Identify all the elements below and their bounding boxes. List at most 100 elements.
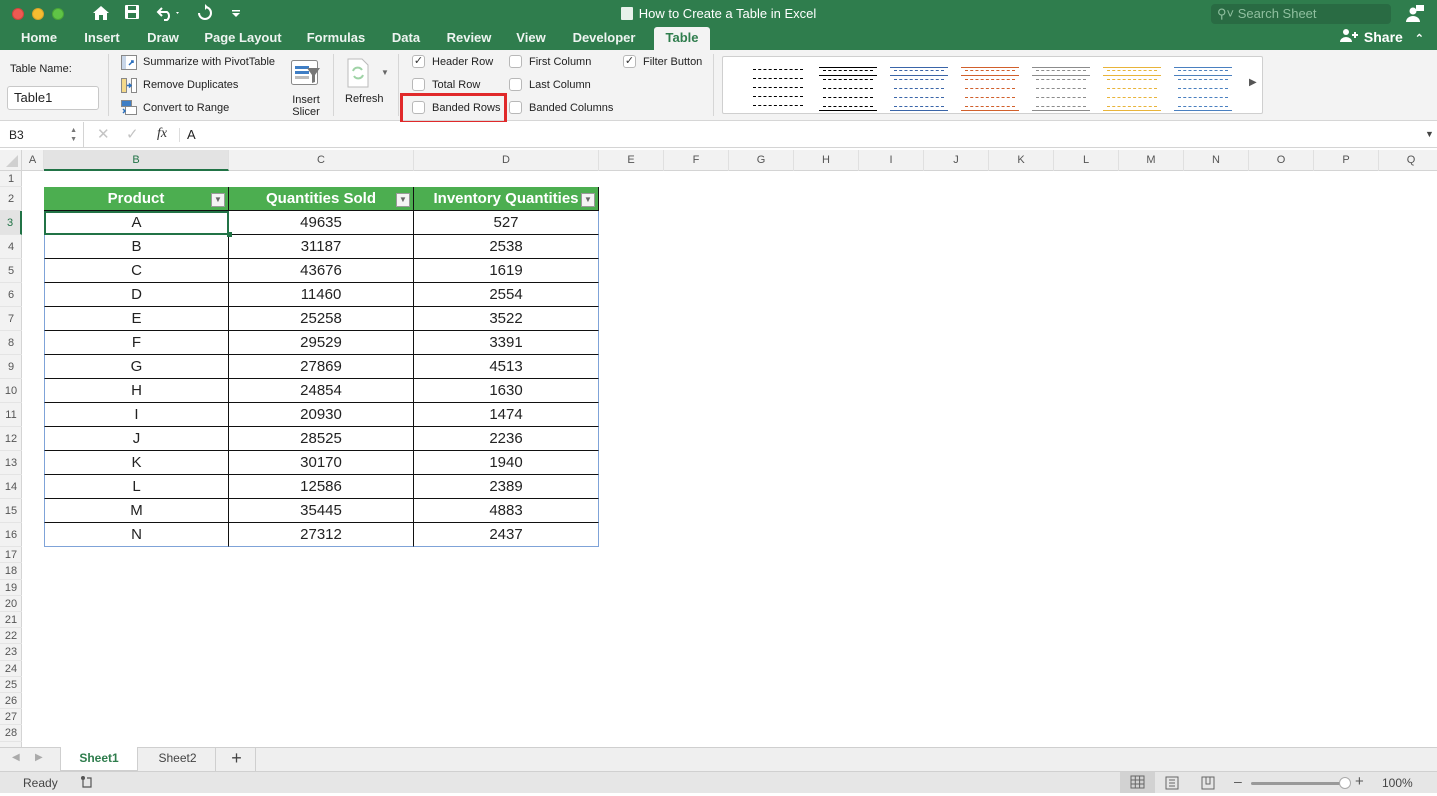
remove-duplicates-button[interactable]: Remove Duplicates: [143, 79, 238, 91]
accessibility-icon[interactable]: [79, 775, 93, 792]
last-column-checkbox[interactable]: [509, 78, 522, 91]
table-cell-product[interactable]: E: [44, 307, 229, 331]
tab-insert[interactable]: Insert: [76, 27, 128, 50]
table-cell-inventory-quantities[interactable]: 1940: [414, 451, 599, 475]
table-cell-inventory-quantities[interactable]: 3522: [414, 307, 599, 331]
search-sheet-input[interactable]: ⚲˅ Search Sheet: [1211, 4, 1391, 24]
table-style-light-gold[interactable]: [1103, 63, 1161, 111]
table-cell-inventory-quantities[interactable]: 2554: [414, 283, 599, 307]
row-header-20[interactable]: 20: [0, 596, 22, 612]
column-header-c[interactable]: C: [229, 150, 414, 171]
tab-developer[interactable]: Developer: [562, 27, 646, 50]
tab-page-layout[interactable]: Page Layout: [196, 27, 290, 50]
row-header-18[interactable]: 18: [0, 563, 22, 580]
table-cell-inventory-quantities[interactable]: 3391: [414, 331, 599, 355]
share-button[interactable]: Share ⌃: [1340, 28, 1424, 45]
filter-dropdown-icon[interactable]: ▼: [211, 193, 225, 207]
select-all-button[interactable]: [0, 150, 22, 171]
table-style-none[interactable]: [749, 63, 807, 109]
account-icon[interactable]: [1405, 5, 1425, 28]
column-header-i[interactable]: I: [859, 150, 924, 171]
column-header-p[interactable]: P: [1314, 150, 1379, 171]
filter-dropdown-icon[interactable]: ▼: [396, 193, 410, 207]
name-box[interactable]: B3 ▲ ▼: [0, 122, 84, 148]
row-header-14[interactable]: 14: [0, 475, 22, 500]
table-cell-product[interactable]: M: [44, 499, 229, 523]
row-header-23[interactable]: 23: [0, 644, 22, 661]
column-header-j[interactable]: J: [924, 150, 989, 171]
row-header-8[interactable]: 8: [0, 331, 22, 356]
table-cell-quantities-sold[interactable]: 35445: [229, 499, 414, 523]
table-cell-inventory-quantities[interactable]: 2236: [414, 427, 599, 451]
table-header-inventory-quantities[interactable]: Inventory Quantities ▼: [414, 187, 599, 211]
page-layout-view-button[interactable]: [1165, 776, 1179, 793]
fill-handle[interactable]: [227, 232, 232, 237]
table-cell-quantities-sold[interactable]: 11460: [229, 283, 414, 307]
table-cell-product[interactable]: L: [44, 475, 229, 499]
column-header-n[interactable]: N: [1184, 150, 1249, 171]
zoom-slider[interactable]: [1251, 777, 1351, 789]
column-header-m[interactable]: M: [1119, 150, 1184, 171]
tab-view[interactable]: View: [508, 27, 554, 50]
table-cell-product[interactable]: K: [44, 451, 229, 475]
table-cell-product[interactable]: F: [44, 331, 229, 355]
tab-formulas[interactable]: Formulas: [300, 27, 372, 50]
zoom-out-button[interactable]: –: [1234, 773, 1242, 789]
row-header-21[interactable]: 21: [0, 612, 22, 629]
row-header-28[interactable]: 28: [0, 725, 22, 742]
refresh-dropdown-icon[interactable]: ▼: [381, 68, 389, 77]
table-cell-quantities-sold[interactable]: 27869: [229, 355, 414, 379]
row-header-9[interactable]: 9: [0, 355, 22, 380]
table-cell-quantities-sold[interactable]: 49635: [229, 211, 414, 235]
tab-home[interactable]: Home: [12, 27, 66, 50]
name-box-stepper-icon[interactable]: ▲ ▼: [70, 122, 77, 144]
row-header-17[interactable]: 17: [0, 547, 22, 564]
table-cell-inventory-quantities[interactable]: 527: [414, 211, 599, 235]
expand-formula-bar-icon[interactable]: ▼: [1425, 129, 1434, 139]
table-style-light-orange[interactable]: [961, 63, 1019, 111]
row-header-6[interactable]: 6: [0, 283, 22, 308]
table-cell-inventory-quantities[interactable]: 4513: [414, 355, 599, 379]
scroll-sheets-left-icon[interactable]: ◀: [12, 752, 20, 763]
table-cell-product[interactable]: J: [44, 427, 229, 451]
table-style-light-blue[interactable]: [890, 63, 948, 111]
table-style-light-black[interactable]: [819, 63, 877, 111]
row-header-1[interactable]: 1: [0, 171, 22, 188]
column-header-q[interactable]: Q: [1379, 150, 1437, 171]
row-header-7[interactable]: 7: [0, 307, 22, 332]
cancel-edit-icon[interactable]: ✕: [97, 125, 110, 143]
table-cell-inventory-quantities[interactable]: 2389: [414, 475, 599, 499]
table-cell-product[interactable]: G: [44, 355, 229, 379]
tab-draw[interactable]: Draw: [138, 27, 188, 50]
table-header-product[interactable]: Product ▼: [44, 187, 229, 211]
insert-function-icon[interactable]: fx: [157, 126, 167, 142]
row-header-2[interactable]: 2: [0, 187, 22, 212]
total-row-checkbox[interactable]: [412, 78, 425, 91]
table-cell-product[interactable]: C: [44, 259, 229, 283]
row-header-26[interactable]: 26: [0, 693, 22, 710]
table-cell-product[interactable]: A: [44, 211, 229, 235]
table-cell-inventory-quantities[interactable]: 1619: [414, 259, 599, 283]
table-cell-quantities-sold[interactable]: 29529: [229, 331, 414, 355]
table-cell-inventory-quantities[interactable]: 1630: [414, 379, 599, 403]
table-header-quantities-sold[interactable]: Quantities Sold ▼: [229, 187, 414, 211]
table-cell-product[interactable]: N: [44, 523, 229, 547]
table-cell-product[interactable]: D: [44, 283, 229, 307]
normal-view-button[interactable]: [1120, 772, 1155, 793]
tab-review[interactable]: Review: [438, 27, 500, 50]
column-header-o[interactable]: O: [1249, 150, 1314, 171]
sheet-tab-sheet1[interactable]: Sheet1: [60, 747, 138, 771]
convert-to-range-button[interactable]: Convert to Range: [143, 102, 229, 114]
table-cell-product[interactable]: B: [44, 235, 229, 259]
header-row-checkbox[interactable]: ✓: [412, 55, 425, 68]
zoom-level[interactable]: 100%: [1382, 776, 1413, 790]
row-header-3[interactable]: 3: [0, 211, 22, 236]
table-cell-quantities-sold[interactable]: 30170: [229, 451, 414, 475]
table-cell-inventory-quantities[interactable]: 4883: [414, 499, 599, 523]
table-cell-inventory-quantities[interactable]: 1474: [414, 403, 599, 427]
insert-slicer-button[interactable]: Insert Slicer: [287, 58, 325, 118]
row-header-5[interactable]: 5: [0, 259, 22, 284]
table-cell-quantities-sold[interactable]: 28525: [229, 427, 414, 451]
column-header-b[interactable]: B: [44, 150, 229, 171]
row-header-13[interactable]: 13: [0, 451, 22, 476]
